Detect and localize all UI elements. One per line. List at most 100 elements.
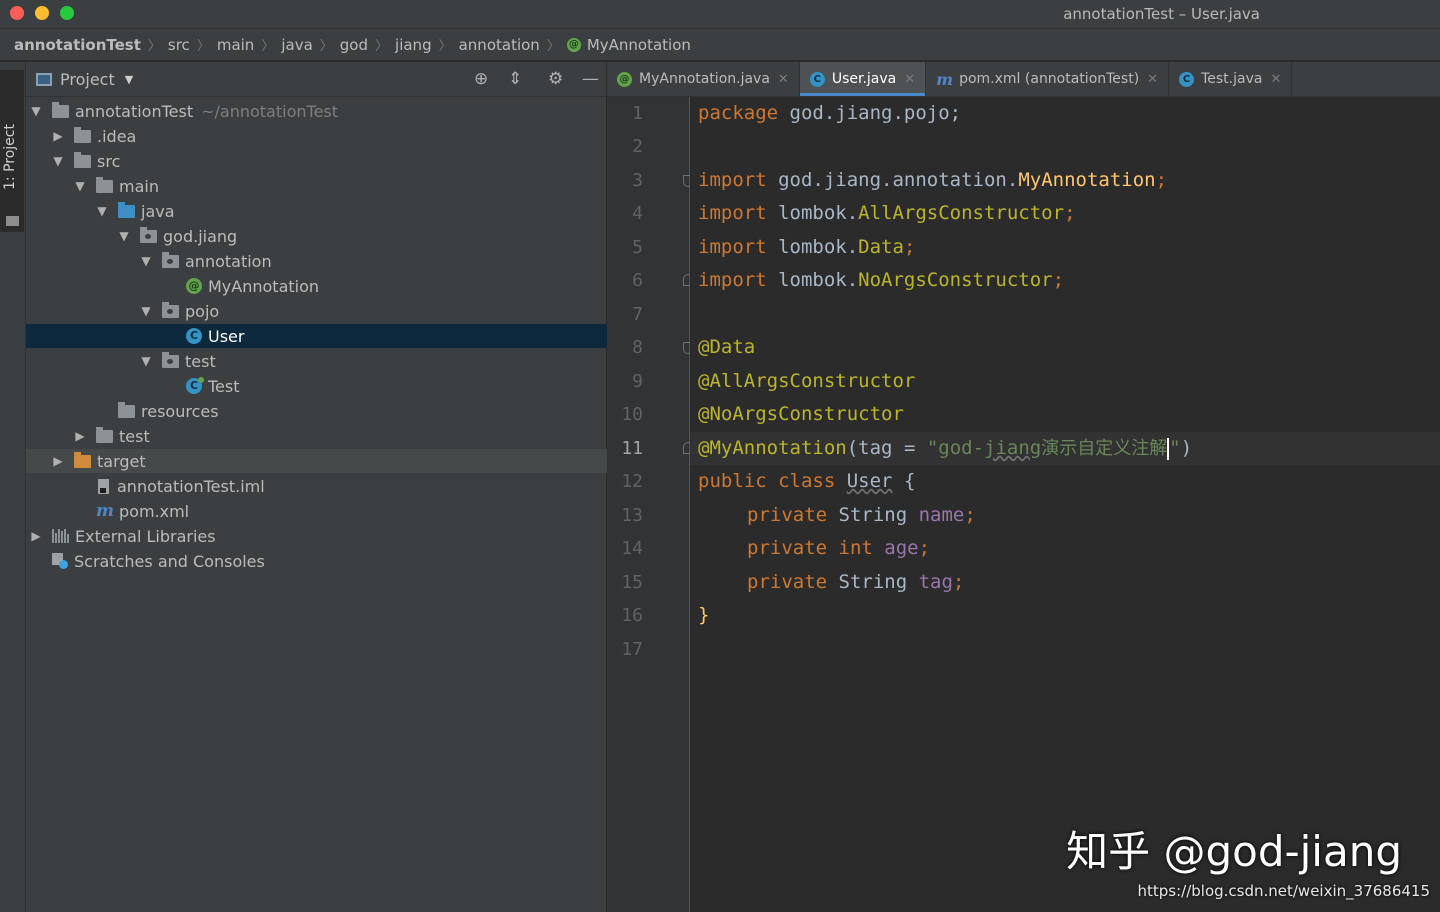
chevron-right-icon: 〉 xyxy=(261,39,275,54)
tree-item-idea[interactable]: ▶ .idea xyxy=(26,124,632,148)
expand-arrow-icon[interactable]: ▼ xyxy=(140,254,152,268)
breadcrumb-item[interactable]: annotationTest xyxy=(14,36,141,54)
code-punct: ( xyxy=(846,437,859,459)
line-number: 7 xyxy=(632,304,643,325)
breadcrumb-item[interactable]: annotation xyxy=(459,36,540,54)
tab-label: MyAnnotation.java xyxy=(639,71,770,87)
expand-arrow-icon[interactable]: ▼ xyxy=(96,204,108,218)
source-folder-icon xyxy=(118,201,135,218)
close-window-button[interactable] xyxy=(10,6,24,20)
code-punct: { xyxy=(892,470,916,492)
code-editor[interactable]: package god.jiang.pojo; import god.jiang… xyxy=(690,97,1440,912)
chevron-right-icon: 〉 xyxy=(546,39,560,54)
annotation-icon: @ xyxy=(617,71,632,87)
breadcrumb-item[interactable]: god xyxy=(340,36,368,54)
expand-arrow-icon[interactable]: ▼ xyxy=(118,229,130,243)
code-field: age xyxy=(884,537,919,559)
code-field: tag xyxy=(918,571,953,593)
code-line: import god.jiang.annotation.MyAnnotation… xyxy=(698,164,1440,197)
tree-item-target[interactable]: ▶ target xyxy=(26,449,632,473)
tree-item-label: annotation xyxy=(185,251,272,271)
excluded-folder-icon xyxy=(74,451,91,468)
tree-item-test-folder[interactable]: ▶ test xyxy=(26,424,654,448)
line-number: 10 xyxy=(621,404,643,425)
maven-icon: m xyxy=(96,501,114,521)
code-line: import lombok.Data; xyxy=(698,231,1440,264)
collapse-arrow-icon[interactable]: ▶ xyxy=(52,454,64,468)
tree-item-resources[interactable]: resources xyxy=(26,399,676,423)
zoom-window-button[interactable] xyxy=(60,6,74,20)
tree-item-label: External Libraries xyxy=(75,526,216,546)
line-number: 3 xyxy=(632,170,643,191)
tree-item-src[interactable]: ▼ src xyxy=(26,149,632,173)
package-icon xyxy=(162,251,179,268)
tab-myannotation-java[interactable]: @ MyAnnotation.java ✕ xyxy=(607,62,800,96)
code-line: import lombok.AllArgsConstructor; xyxy=(698,197,1440,230)
close-icon[interactable]: ✕ xyxy=(1147,72,1158,87)
tree-item-label: test xyxy=(119,426,150,446)
tab-test-java[interactable]: C Test.java ✕ xyxy=(1169,62,1293,96)
project-view-selector[interactable]: Project ▼ xyxy=(36,70,133,89)
expand-arrow-icon[interactable]: ▼ xyxy=(140,354,152,368)
breadcrumb-item[interactable]: jiang xyxy=(395,36,432,54)
expand-arrow-icon[interactable]: ▼ xyxy=(52,154,64,168)
tab-label: User.java xyxy=(831,71,897,87)
code-line: @NoArgsConstructor xyxy=(698,398,1440,431)
code-field: name xyxy=(918,504,965,526)
project-icon xyxy=(36,72,52,86)
code-type: String xyxy=(827,571,919,593)
project-tool-window-tab[interactable]: 1: Project xyxy=(0,70,24,232)
line-number: 1 xyxy=(632,103,643,124)
expand-arrow-icon[interactable]: ▼ xyxy=(30,104,42,118)
code-string: "god- xyxy=(926,437,985,459)
gear-icon[interactable]: ⚙ xyxy=(548,70,563,88)
code-class: AllArgsConstructor xyxy=(858,202,1065,224)
watermark-url: https://blog.csdn.net/weixin_37686415 xyxy=(1137,882,1430,900)
code-param: tag xyxy=(858,437,893,459)
module-folder-icon xyxy=(52,101,69,118)
close-icon[interactable]: ✕ xyxy=(778,72,789,87)
collapse-arrow-icon[interactable]: ▶ xyxy=(74,429,86,443)
tree-item-main[interactable]: ▼ main xyxy=(26,174,654,198)
tree-item-pom[interactable]: m pom.xml xyxy=(26,499,654,523)
project-tool-window-label: 1: Project xyxy=(2,124,18,190)
expand-arrow-icon[interactable]: ▼ xyxy=(140,304,152,318)
expand-arrow-icon[interactable]: ▼ xyxy=(74,179,86,193)
code-annotation: @AllArgsConstructor xyxy=(698,370,916,392)
code-annotation: @Data xyxy=(698,336,756,358)
tree-item-scratches[interactable]: Scratches and Consoles xyxy=(26,549,610,573)
code-string-typo: jiang xyxy=(984,437,1042,459)
hide-panel-icon[interactable]: — xyxy=(582,70,599,88)
tree-item-god-jiang[interactable]: ▼ god.jiang xyxy=(26,224,698,248)
minimize-window-button[interactable] xyxy=(35,6,49,20)
tree-item-external-libraries[interactable]: ▶ External Libraries xyxy=(26,524,610,548)
code-text: god.jiang.annotation. xyxy=(766,169,1019,191)
tree-item-label: pom.xml xyxy=(119,501,190,521)
locate-icon[interactable]: ⊕ xyxy=(474,70,488,88)
code-string: " xyxy=(1169,437,1181,459)
collapse-arrow-icon[interactable]: ▶ xyxy=(30,529,42,543)
code-class-name: User xyxy=(846,470,893,492)
tab-user-java[interactable]: C User.java ✕ xyxy=(799,62,927,96)
close-icon[interactable]: ✕ xyxy=(904,72,915,87)
tab-pom-xml[interactable]: m pom.xml (annotationTest) ✕ xyxy=(926,62,1170,96)
close-icon[interactable]: ✕ xyxy=(1270,72,1281,87)
line-number: 2 xyxy=(632,136,643,157)
breadcrumb-item[interactable]: src xyxy=(168,36,190,54)
line-number-current: 11 xyxy=(621,438,643,459)
collapse-all-icon[interactable]: ⇕ xyxy=(508,70,522,88)
collapse-arrow-icon[interactable]: ▶ xyxy=(52,129,64,143)
package-icon xyxy=(162,301,179,318)
tree-item-label: java xyxy=(141,201,175,221)
tree-item-iml[interactable]: annotationTest.iml xyxy=(26,474,656,498)
tree-item-java[interactable]: ▼ java xyxy=(26,199,676,223)
code-keyword: private xyxy=(747,504,828,526)
tree-item-annotationtest[interactable]: ▼ annotationTest ~/annotationTest xyxy=(26,99,610,123)
breadcrumb-item[interactable]: main xyxy=(217,36,254,54)
breadcrumb-item[interactable]: java xyxy=(281,36,312,54)
breadcrumb-item-current[interactable]: @ MyAnnotation xyxy=(566,36,691,54)
code-line: @AllArgsConstructor xyxy=(698,365,1440,398)
class-icon: C xyxy=(1179,71,1195,87)
line-number: 15 xyxy=(621,572,643,593)
